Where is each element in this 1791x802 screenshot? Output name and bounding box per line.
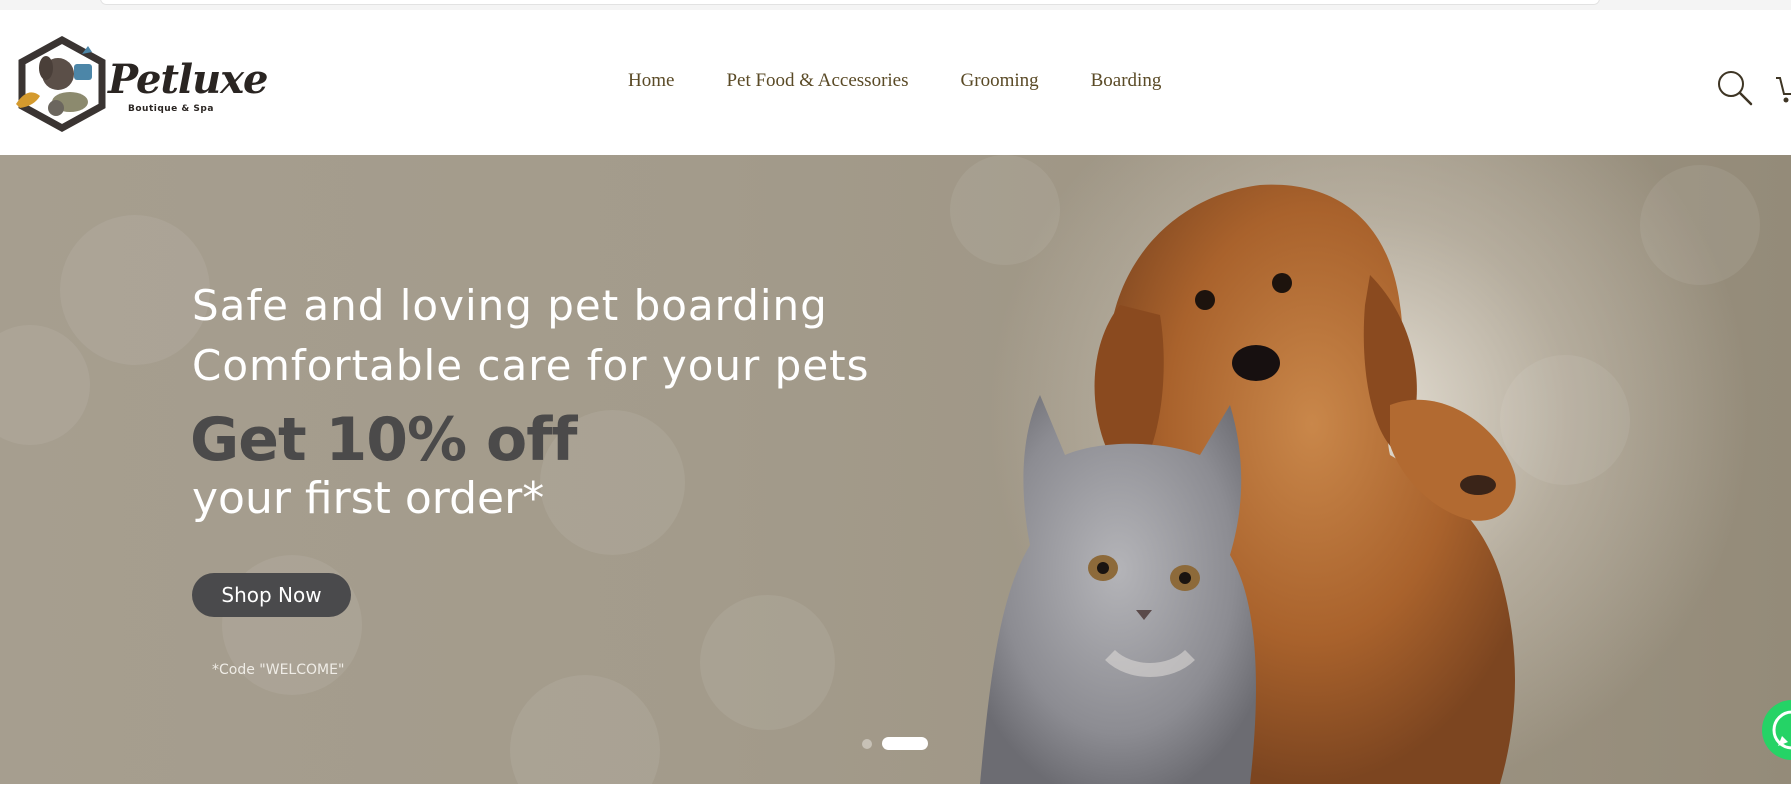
shop-now-button[interactable]: Shop Now <box>192 573 351 617</box>
carousel-dot-1[interactable] <box>862 738 872 749</box>
logo-tagline: Boutique & Spa <box>128 104 214 114</box>
logo-wordmark: Petluxe <box>108 56 269 103</box>
bokeh-circle <box>510 675 660 784</box>
cart-icon <box>1776 77 1791 103</box>
hero-headline-line-1: Safe and loving pet boarding <box>192 281 828 330</box>
nav-item-grooming[interactable]: Grooming <box>961 70 1039 92</box>
dog-and-cat-photo <box>980 184 1516 784</box>
site-header: Petluxe Boutique & Spa Home Pet Food & A… <box>0 10 1791 155</box>
search-icon <box>1718 71 1753 106</box>
browser-top-strip <box>0 0 1791 10</box>
promo-code-note: *Code "WELCOME" <box>212 662 345 678</box>
bokeh-circle <box>700 595 835 730</box>
promo-subline: your first order* <box>192 473 545 524</box>
nav-item-home[interactable]: Home <box>628 70 674 92</box>
hero-banner: Safe and loving pet boarding Comfortable… <box>0 155 1791 784</box>
whatsapp-chat-button[interactable] <box>1762 700 1791 760</box>
main-nav: Home Pet Food & Accessories Grooming Boa… <box>628 70 1161 92</box>
search-button[interactable] <box>1715 68 1755 108</box>
logo-emblem-icon <box>16 36 106 132</box>
carousel-dot-2-active[interactable] <box>882 737 928 750</box>
bokeh-circle <box>0 325 90 445</box>
whatsapp-icon <box>1772 710 1791 750</box>
top-bar-edge <box>100 0 1600 5</box>
nav-item-boarding[interactable]: Boarding <box>1091 70 1162 92</box>
hero-headline-line-2: Comfortable care for your pets <box>192 341 870 390</box>
nav-item-pet-food-accessories[interactable]: Pet Food & Accessories <box>726 70 908 92</box>
brand-logo[interactable]: Petluxe Boutique & Spa <box>12 34 269 134</box>
carousel-indicators <box>862 737 928 750</box>
promo-headline: Get 10% off <box>190 405 577 475</box>
bokeh-circle <box>60 215 210 365</box>
cart-button[interactable] <box>1772 68 1791 108</box>
